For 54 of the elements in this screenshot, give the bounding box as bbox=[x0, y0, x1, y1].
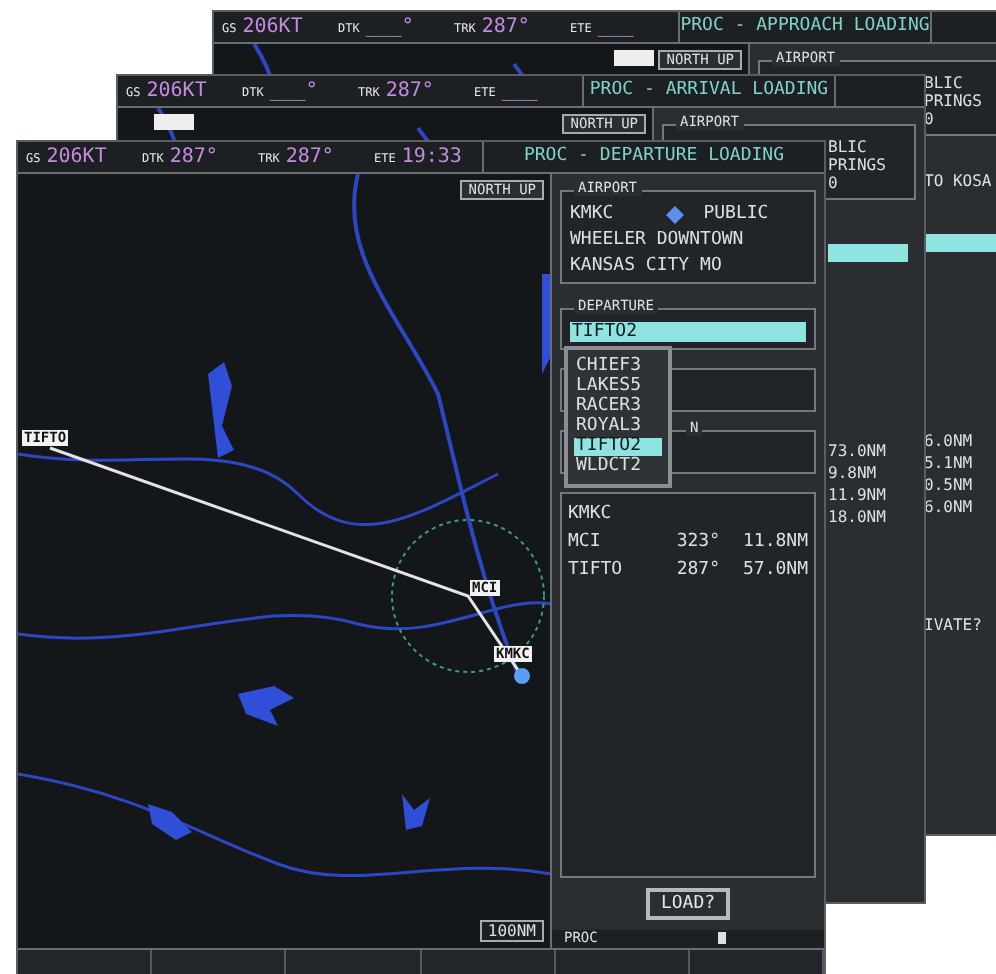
list-item[interactable]: RACER3 bbox=[574, 398, 662, 416]
airport-type: PUBLIC bbox=[703, 204, 769, 224]
nav-value: ___° bbox=[365, 16, 414, 38]
airport-icon bbox=[514, 668, 530, 684]
map-range[interactable]: 100NM bbox=[479, 920, 544, 942]
distance-text: 11.9NM bbox=[828, 486, 888, 504]
window-title: PROC - DEPARTURE LOADING bbox=[482, 142, 824, 172]
nav-value: 287° bbox=[385, 80, 434, 102]
distance-text: 6.0NM bbox=[924, 432, 975, 450]
list-item[interactable]: CHIEF3 bbox=[574, 358, 662, 376]
airport-ident[interactable]: KMKC bbox=[570, 204, 614, 224]
selection-field[interactable] bbox=[828, 244, 908, 262]
airport-text: PRINGS bbox=[924, 92, 984, 110]
airport-name: WHEELER DOWNTOWN bbox=[570, 230, 746, 250]
nav-value: 19:33 bbox=[401, 146, 462, 168]
nav-value: 206KT bbox=[146, 80, 207, 102]
course-text: 287° bbox=[674, 560, 720, 580]
distance-text: 73.0NM bbox=[828, 442, 888, 460]
window-title: PROC - APPROACH LOADING bbox=[678, 12, 930, 42]
distance-text: 9.8NM bbox=[828, 464, 879, 482]
distance-text: 0.5NM bbox=[924, 476, 975, 494]
prompt-text: IVATE? bbox=[924, 616, 984, 634]
nav-value: ___ bbox=[597, 16, 634, 38]
procedure-text: TO KOSA bbox=[924, 172, 994, 190]
list-item[interactable]: LAKES5 bbox=[574, 378, 662, 396]
window-title: PROC - ARRIVAL LOADING bbox=[582, 76, 834, 106]
distance-text: 6.0NM bbox=[924, 498, 975, 516]
selection-field[interactable] bbox=[924, 234, 996, 252]
nav-value: 287° bbox=[285, 146, 334, 168]
list-item[interactable]: TIFTO2 bbox=[574, 438, 662, 456]
waypoint-text: TIFTO bbox=[568, 560, 625, 580]
cursor-icon bbox=[717, 932, 726, 944]
nav-value: 287° bbox=[169, 146, 218, 168]
nav-value: 206KT bbox=[46, 146, 107, 168]
waypoint-text: MCI bbox=[568, 532, 603, 552]
airport-text: BLIC bbox=[828, 138, 869, 156]
nav-value: ___ bbox=[501, 80, 538, 102]
distance-text: 18.0NM bbox=[828, 508, 888, 526]
distance-text: 11.8NM bbox=[740, 532, 808, 552]
distance-text: 5.1NM bbox=[924, 454, 975, 472]
list-item[interactable]: ROYAL3 bbox=[574, 418, 662, 436]
distance-text: 57.0NM bbox=[740, 560, 808, 580]
departure-field[interactable]: TIFTO2 bbox=[570, 322, 806, 342]
nav-value: ___° bbox=[269, 80, 318, 102]
waypoint-text: KMKC bbox=[568, 504, 614, 524]
airport-text: 0 bbox=[828, 174, 840, 192]
nav-value: 206KT bbox=[242, 16, 303, 38]
nav-value: 287° bbox=[481, 16, 530, 38]
list-item[interactable]: WLDCT2 bbox=[574, 458, 662, 476]
airport-icon bbox=[665, 205, 684, 223]
course-text: 323° bbox=[674, 532, 720, 552]
load-button[interactable]: LOAD? bbox=[646, 888, 730, 920]
airport-text: PRINGS bbox=[828, 156, 888, 174]
airport-city: KANSAS CITY MO bbox=[570, 256, 724, 276]
